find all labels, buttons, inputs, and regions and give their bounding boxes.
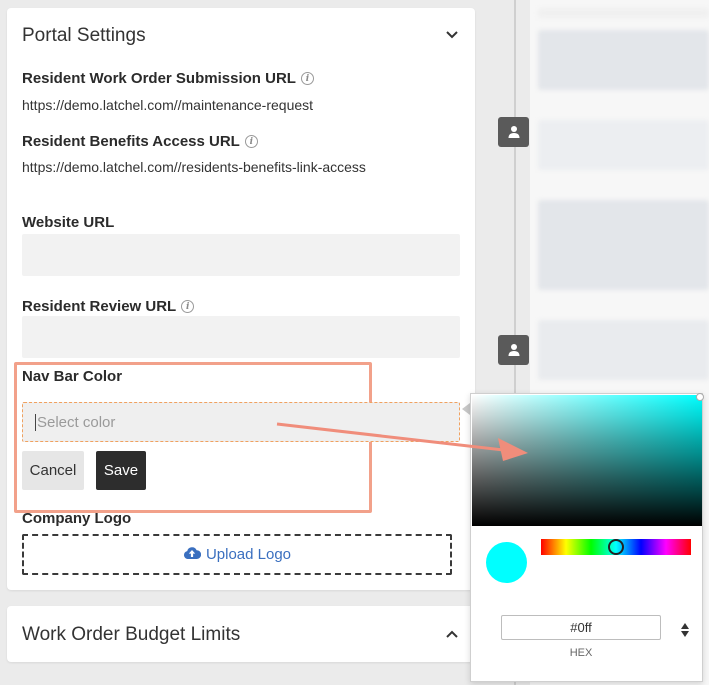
current-color-swatch [486,542,527,583]
benefits-url-label: Resident Benefits Access URL i [22,133,258,150]
chevron-up-icon[interactable] [444,626,460,642]
cancel-button[interactable]: Cancel [22,451,84,490]
work-order-url-label-text: Resident Work Order Submission URL [22,70,296,87]
review-url-label: Resident Review URL i [22,298,195,315]
up-down-arrows-icon[interactable] [679,620,691,640]
review-url-label-text: Resident Review URL [22,298,177,315]
website-url-label-text: Website URL [22,214,115,231]
hue-slider[interactable] [541,539,691,555]
save-button[interactable]: Save [96,451,146,490]
work-order-url-value: https://demo.latchel.com//maintenance-re… [22,97,314,113]
color-input-placeholder: Select color [37,413,116,431]
text-caret [35,413,36,431]
info-circle-icon[interactable]: i [300,72,314,85]
user-icon [498,335,529,365]
saturation-thumb[interactable] [696,393,704,401]
work-order-url-label: Resident Work Order Submission URL i [22,70,314,87]
hex-mode-label: HEX [569,647,593,659]
picker-pointer [462,403,470,415]
chevron-down-icon[interactable] [444,27,460,43]
review-url-input[interactable] [22,316,460,358]
budget-limits-card[interactable]: Work Order Budget Limits [7,606,475,662]
website-url-label: Website URL [22,214,114,231]
nav-bar-color-input[interactable]: Select color [22,402,460,442]
upload-logo-dropzone[interactable]: Upload Logo [22,534,452,575]
info-circle-icon[interactable]: i [181,300,195,313]
upload-logo-label: Upload Logo [205,546,292,563]
hex-input[interactable]: #0ff [501,615,661,640]
website-url-input[interactable] [22,234,460,276]
info-circle-icon[interactable]: i [244,135,258,148]
saturation-area[interactable] [472,393,704,526]
color-picker-popover: #0ff HEX [470,393,704,682]
hue-slider-thumb[interactable] [608,539,624,555]
benefits-url-label-text: Resident Benefits Access URL [22,133,240,150]
portal-settings-title: Portal Settings [22,25,146,46]
cloud-upload-icon [183,546,202,564]
user-icon [498,117,529,147]
budget-limits-title: Work Order Budget Limits [22,624,241,645]
benefits-url-value: https://demo.latchel.com//residents-bene… [22,159,366,175]
